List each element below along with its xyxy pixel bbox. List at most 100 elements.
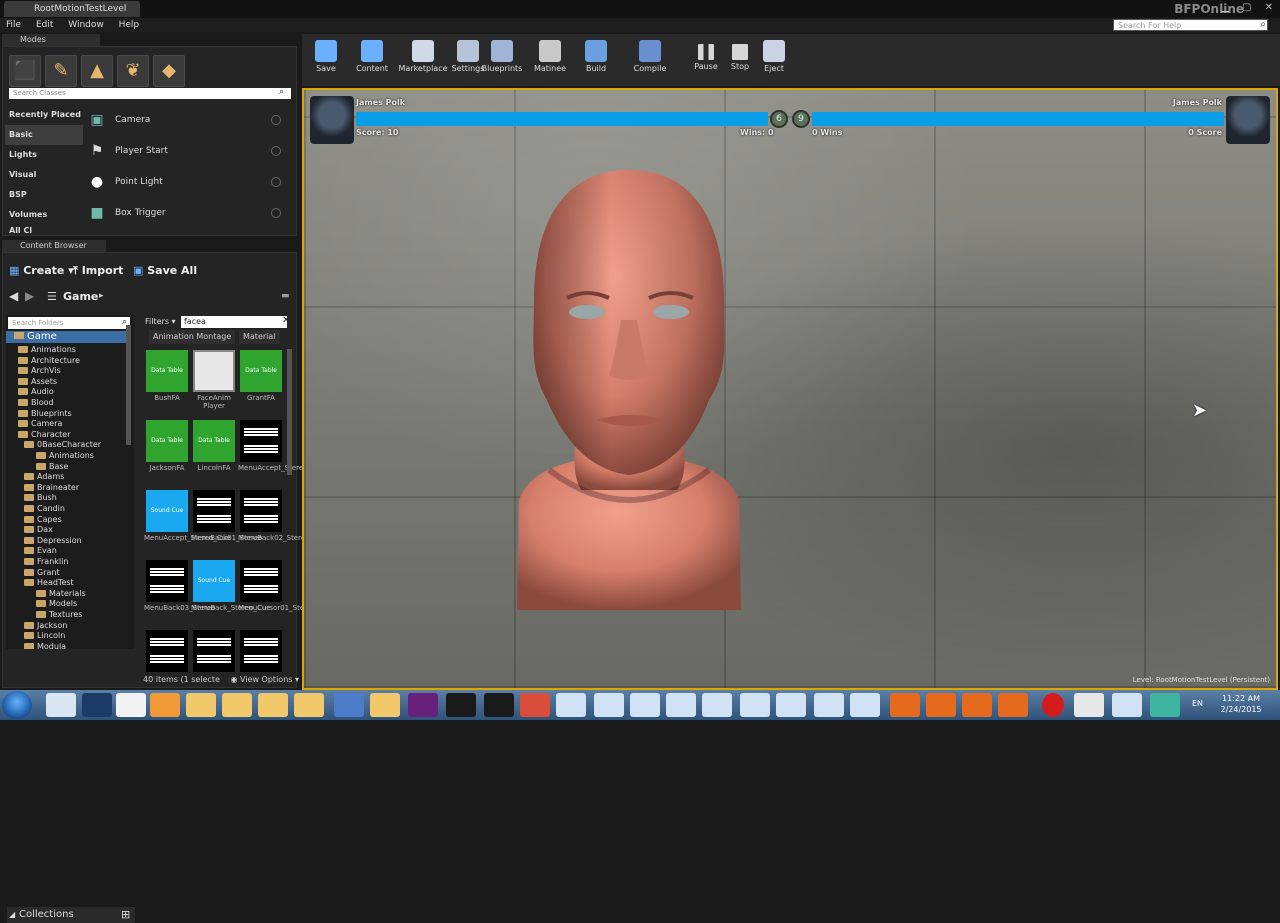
app-icon[interactable] <box>1150 693 1180 717</box>
back-arrow-icon[interactable]: ◀ <box>9 289 18 303</box>
unreal-icon[interactable] <box>484 693 514 717</box>
category-bsp[interactable]: BSP <box>5 185 83 205</box>
folder-search-input[interactable]: Search Folders <box>8 317 130 329</box>
eject-button[interactable]: Eject <box>752 36 796 82</box>
content-browser-tab[interactable]: Content Browser <box>2 240 106 252</box>
system-clock[interactable]: 11:22 AM 2/24/2015 <box>1218 693 1264 715</box>
asset-filter-input[interactable]: facea <box>181 316 287 328</box>
asset-thumbnail[interactable] <box>240 420 282 462</box>
menu-window[interactable]: Window <box>62 18 110 32</box>
search-icon[interactable]: ⌕ <box>279 87 284 97</box>
save-all-button[interactable]: ▣ Save All <box>133 263 197 279</box>
folder-item[interactable]: Camera <box>18 418 62 429</box>
window-icon[interactable] <box>1112 693 1142 717</box>
search-icon[interactable]: ⌕ <box>1260 19 1266 31</box>
window-icon[interactable] <box>556 693 586 717</box>
window-icon[interactable] <box>666 693 696 717</box>
build-button[interactable]: Build <box>574 36 618 82</box>
category-all-classes[interactable]: All Cl <box>5 223 83 235</box>
asset-thumbnail[interactable] <box>146 560 188 602</box>
marketplace-button[interactable]: Marketplace <box>398 36 448 82</box>
help-search-input[interactable]: Search For Help <box>1113 19 1268 31</box>
matinee-button[interactable]: Matinee <box>528 36 572 82</box>
document-tab[interactable]: RootMotionTestLevel <box>4 1 141 17</box>
firefox-icon[interactable] <box>962 693 992 717</box>
record-icon[interactable] <box>1042 693 1064 717</box>
asset-thumbnail[interactable]: Data Table <box>240 350 282 392</box>
level-viewport[interactable]: James Polk James Polk Score: 10 Wins: 0 … <box>302 88 1278 690</box>
create-button[interactable]: ▦ Create ▾ <box>9 263 74 279</box>
folder-item[interactable]: Bush <box>24 492 57 503</box>
file-explorer-icon[interactable] <box>46 693 76 717</box>
asset-thumbnail[interactable]: Data Table <box>193 420 235 462</box>
folder-item[interactable]: Candin <box>24 503 65 514</box>
asset-scrollbar[interactable] <box>287 349 292 475</box>
tool-icon[interactable] <box>1074 693 1104 717</box>
asset-thumbnail[interactable]: Data Table <box>146 350 188 392</box>
modes-tab[interactable]: Modes <box>2 34 100 46</box>
language-indicator[interactable]: EN <box>1192 699 1203 708</box>
window-icon[interactable] <box>776 693 806 717</box>
asset-thumbnail[interactable] <box>240 630 282 672</box>
folder-item[interactable]: HeadTest <box>24 577 74 588</box>
folder-icon[interactable] <box>370 693 400 717</box>
folder-item[interactable]: Base <box>36 461 68 472</box>
class-search-input[interactable]: Search Classes <box>9 88 291 99</box>
firefox-icon[interactable] <box>926 693 956 717</box>
window-icon[interactable] <box>630 693 660 717</box>
folder-item[interactable]: Capes <box>24 514 62 525</box>
folder-scrollbar[interactable] <box>126 325 131 445</box>
category-lights[interactable]: Lights <box>5 145 83 165</box>
folder-item[interactable]: Dax <box>24 524 53 535</box>
folder-icon[interactable] <box>186 693 216 717</box>
category-basic[interactable]: Basic <box>5 125 83 145</box>
folder-item[interactable]: Materials <box>36 588 86 599</box>
folder-item[interactable]: Animations <box>36 450 94 461</box>
landscape-mode-icon[interactable]: ▲ <box>81 55 113 87</box>
window-icon[interactable] <box>594 693 624 717</box>
info-icon[interactable] <box>271 115 281 125</box>
asset-thumbnail[interactable] <box>240 560 282 602</box>
filters-button[interactable]: Filters ▾ <box>145 316 176 328</box>
class-item-camera[interactable]: ▣ Camera <box>87 105 283 135</box>
folder-item[interactable]: Blood <box>18 397 54 408</box>
chevron-right-icon[interactable]: ▸ <box>99 291 104 301</box>
window-icon[interactable] <box>814 693 844 717</box>
folder-root-game[interactable]: Game <box>6 331 130 343</box>
compile-button[interactable]: Compile <box>628 36 672 82</box>
asset-thumbnail[interactable] <box>193 630 235 672</box>
asset-thumbnail[interactable]: Sound Cue <box>193 560 235 602</box>
folder-item[interactable]: Lincoln <box>24 630 65 641</box>
category-visual[interactable]: Visual <box>5 165 83 185</box>
asset-thumbnail[interactable] <box>193 490 235 532</box>
start-button[interactable] <box>2 691 32 719</box>
foliage-mode-icon[interactable]: ❦ <box>117 55 149 87</box>
menu-edit[interactable]: Edit <box>30 18 59 32</box>
folder-item[interactable]: Braineater <box>24 482 79 493</box>
chrome-like-icon[interactable] <box>520 693 550 717</box>
clear-filter-icon[interactable]: ✕ <box>282 315 290 326</box>
folder-item[interactable]: Jackson <box>24 620 67 631</box>
window-icon[interactable] <box>740 693 770 717</box>
asset-thumbnail[interactable] <box>240 490 282 532</box>
folder-item[interactable]: Architecture <box>18 355 80 366</box>
folder-item[interactable]: Modula <box>24 641 66 649</box>
collections-header[interactable]: ◢ Collections ⊞ <box>7 907 135 923</box>
asset-thumbnail[interactable]: Sound Cue <box>146 490 188 532</box>
folder-icon[interactable] <box>294 693 324 717</box>
folder-item[interactable]: Grant <box>24 567 60 578</box>
folder-item[interactable]: Textures <box>36 609 82 620</box>
place-mode-icon[interactable]: ⬛ <box>9 55 41 87</box>
geometry-mode-icon[interactable]: ◆ <box>153 55 185 87</box>
category-recently-placed[interactable]: Recently Placed <box>5 105 83 125</box>
category-volumes[interactable]: Volumes <box>5 205 83 225</box>
content-button[interactable]: Content <box>350 36 394 82</box>
folder-item[interactable]: Evan <box>24 545 57 556</box>
folder-icon[interactable] <box>222 693 252 717</box>
class-item-player-start[interactable]: ⚑ Player Start <box>87 136 283 166</box>
lock-icon[interactable]: ▬ <box>281 291 290 301</box>
visual-studio-icon[interactable] <box>408 693 438 717</box>
info-icon[interactable] <box>271 146 281 156</box>
info-icon[interactable] <box>271 177 281 187</box>
folder-item[interactable]: 0BaseCharacter <box>24 439 101 450</box>
